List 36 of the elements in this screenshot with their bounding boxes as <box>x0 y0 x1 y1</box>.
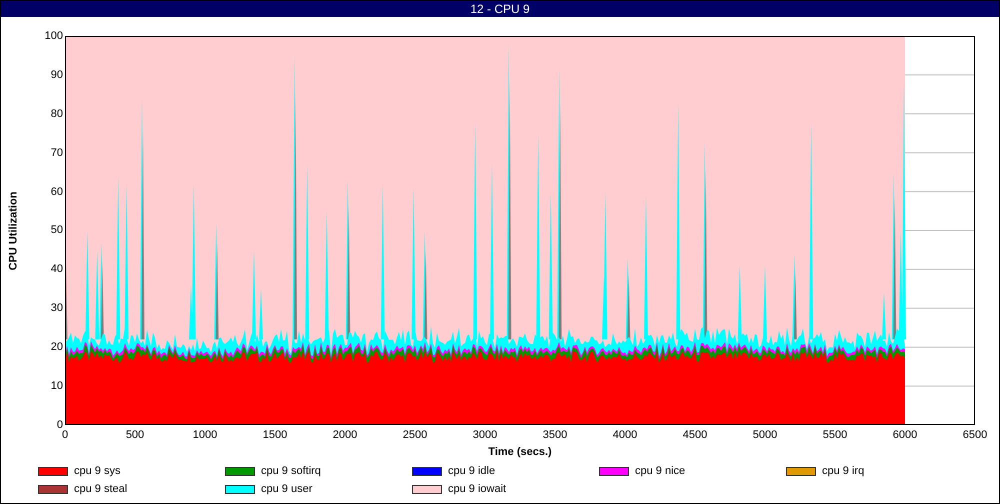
axis-title: CPU Utilization <box>7 191 19 270</box>
legend-label: cpu 9 steal <box>74 483 128 496</box>
axis-tick-label: 5500 <box>822 429 848 442</box>
axis-tick-label: 60 <box>50 186 63 198</box>
legend-label: cpu 9 softirq <box>261 465 321 478</box>
axis-tick-label: 0 <box>56 418 63 431</box>
legend-label: cpu 9 sys <box>74 465 120 478</box>
axis-tick-label: 6500 <box>962 429 988 442</box>
legend-label: cpu 9 iowait <box>448 483 506 496</box>
axis-tick-label: 4500 <box>682 429 708 442</box>
axis-tick-label: 4000 <box>612 429 638 442</box>
axis-tick-label: 0 <box>60 429 70 442</box>
axis-tick-label: 1000 <box>192 429 218 442</box>
legend-label: cpu 9 user <box>261 483 312 496</box>
axis-tick-label: 2500 <box>402 429 428 442</box>
legend-label: cpu 9 idle <box>448 465 496 478</box>
axis-tick-label: 3500 <box>542 429 568 442</box>
axis-tick-label: 20 <box>50 341 63 354</box>
axis-tick-label: 100 <box>44 30 63 42</box>
axis-tick-label: 90 <box>50 68 63 81</box>
axis-tick-label: 40 <box>50 263 63 276</box>
axis-tick-label: 6000 <box>892 429 918 442</box>
axis-title: Time (secs.) <box>488 446 552 458</box>
axis-tick-label: 500 <box>124 429 146 442</box>
axis-tick-label: 70 <box>50 146 63 159</box>
axis-tick-label: 80 <box>50 108 63 120</box>
axis-tick-label: 5000 <box>752 429 778 442</box>
legend-label: cpu 9 irq <box>822 465 864 478</box>
axis-tick-label: 10 <box>50 380 63 392</box>
axis-tick-label: 3000 <box>472 429 498 442</box>
axis-tick-label: 2000 <box>332 429 358 442</box>
legend-label: cpu 9 nice <box>635 465 686 478</box>
axis-tick-label: 1500 <box>262 429 288 442</box>
axis-tick-label: 30 <box>50 302 63 314</box>
window-title: 12 - CPU 9 <box>470 2 530 16</box>
axis-tick-label: 50 <box>50 224 63 236</box>
